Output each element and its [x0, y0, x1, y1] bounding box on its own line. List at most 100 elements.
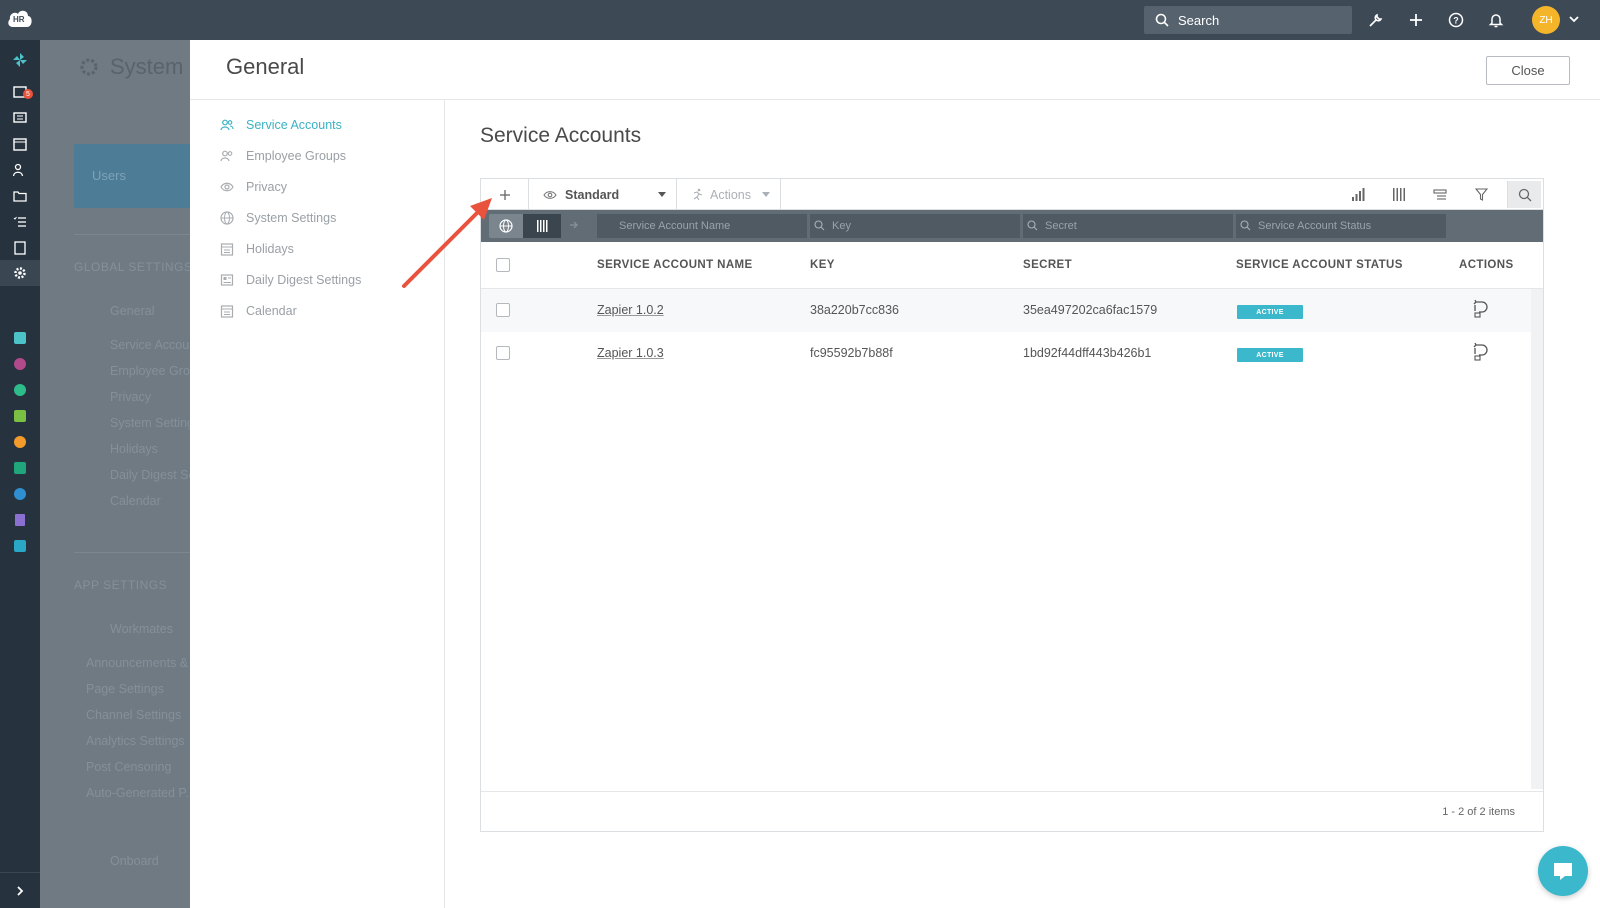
user-avatar[interactable]: ZH [1532, 6, 1560, 34]
caret-down-icon [658, 192, 666, 197]
people-icon[interactable] [12, 162, 28, 178]
grid-footer: 1 - 2 of 2 items [481, 791, 1543, 831]
view-selector[interactable]: Standard [529, 179, 677, 210]
rail-badge: 5 [23, 89, 33, 99]
view-label: Standard [565, 187, 620, 202]
calendar-icon [220, 305, 234, 318]
search-icon [1518, 188, 1531, 201]
service-account-name-link[interactable]: Zapier 1.0.3 [597, 346, 664, 360]
nav-item-service-accounts[interactable]: Service Accounts [220, 115, 342, 135]
pager-info: 1 - 2 of 2 items [1442, 806, 1515, 818]
chat-icon[interactable] [12, 110, 28, 126]
chat-launcher-button[interactable] [1538, 846, 1588, 896]
calendar-icon [220, 243, 234, 256]
gear-icon [80, 58, 98, 76]
secret-cell: 35ea497202ca6fac1579 [1023, 303, 1158, 317]
wrench-icon[interactable] [1366, 10, 1386, 30]
grid-search-button[interactable] [1507, 181, 1541, 208]
actions-dropdown[interactable]: Actions [677, 179, 781, 210]
nav-item-employee-groups[interactable]: Employee Groups [220, 146, 346, 166]
column-filter-toggle[interactable] [523, 214, 561, 238]
annotation-arrow [402, 198, 492, 288]
search-label: Search [1178, 12, 1220, 28]
modal-title: General [226, 54, 305, 79]
column-header-status[interactable]: SERVICE ACCOUNT STATUS [1236, 259, 1403, 271]
bg-item: Holidays [110, 442, 158, 456]
bg-item: Service Accounts [110, 338, 190, 352]
bg-item: Daily Digest Settings [110, 468, 190, 482]
bg-item: System Settings [110, 416, 190, 430]
bg-item: Workmates [110, 622, 173, 636]
filter-status-input[interactable] [1236, 214, 1446, 238]
gear-icon[interactable] [12, 265, 28, 281]
chevron-down-icon[interactable] [1568, 13, 1580, 25]
folder-icon[interactable] [12, 188, 28, 204]
service-account-name-link[interactable]: Zapier 1.0.2 [597, 303, 664, 317]
app-icon-3[interactable] [12, 382, 28, 398]
document-icon[interactable] [12, 240, 28, 256]
app-icon-7[interactable] [12, 486, 28, 502]
search-icon [1027, 220, 1038, 231]
app-icon-2[interactable] [12, 356, 28, 372]
plus-icon[interactable] [1406, 10, 1426, 30]
checklist-icon[interactable] [12, 214, 28, 230]
bg-section-app: APP SETTINGS [74, 578, 168, 592]
close-button[interactable]: Close [1486, 56, 1570, 85]
column-header-actions: ACTIONS [1459, 259, 1514, 271]
nav-item-privacy[interactable]: Privacy [220, 177, 287, 197]
table-row: Zapier 1.0.3 fc95592b7b88f 1bd92f44dff44… [481, 332, 1531, 375]
grid-toolbar: Standard Actions [481, 179, 1543, 210]
nav-label: Privacy [246, 180, 287, 194]
nav-item-system-settings[interactable]: System Settings [220, 208, 336, 228]
app-icon-9[interactable] [12, 538, 28, 554]
top-bar: HR Search ? ZH [0, 0, 1600, 40]
bg-item: Calendar [110, 494, 161, 508]
app-icon-4[interactable] [12, 408, 28, 424]
actions-label: Actions [710, 187, 751, 202]
row-checkbox[interactable] [496, 303, 510, 317]
pinwheel-icon[interactable] [12, 52, 28, 68]
regenerate-icon[interactable] [1471, 299, 1489, 319]
app-icon-1[interactable] [12, 330, 28, 346]
filter-secret-input[interactable] [1023, 214, 1233, 238]
columns-button[interactable] [1380, 179, 1418, 210]
bg-item: Channel Settings [86, 708, 182, 722]
column-header-key[interactable]: KEY [810, 259, 835, 271]
grid-scrollbar[interactable] [1531, 289, 1543, 789]
nav-label: Daily Digest Settings [246, 273, 362, 287]
bell-icon[interactable] [1486, 10, 1506, 30]
bg-item: Post Censoring [86, 760, 172, 774]
filter-icon [1474, 188, 1488, 201]
filter-button[interactable] [1462, 179, 1500, 210]
app-logo[interactable]: HR [6, 6, 34, 32]
columns-icon [537, 220, 548, 232]
nav-label: Calendar [246, 304, 297, 318]
divider [74, 552, 190, 553]
arrow-right-icon [570, 221, 578, 229]
filter-name-input[interactable] [597, 214, 807, 238]
chart-view-button[interactable] [1339, 179, 1377, 210]
nav-item-daily-digest[interactable]: Daily Digest Settings [220, 270, 361, 290]
filter-key-input[interactable] [810, 214, 1020, 238]
globe-icon [499, 219, 513, 233]
columns-icon [1393, 188, 1405, 201]
nav-item-calendar[interactable]: Calendar [220, 301, 297, 321]
column-header-secret[interactable]: SECRET [1023, 259, 1072, 271]
plus-icon [499, 189, 510, 200]
group-button[interactable] [1421, 179, 1459, 210]
calendar-icon[interactable] [12, 136, 28, 152]
caret-down-icon [762, 192, 770, 197]
nav-item-holidays[interactable]: Holidays [220, 239, 294, 259]
global-search[interactable]: Search [1144, 6, 1352, 34]
help-icon[interactable]: ? [1446, 10, 1466, 30]
app-icon-8[interactable] [12, 512, 28, 528]
app-icon-5[interactable] [12, 434, 28, 450]
expand-rail-button[interactable] [0, 872, 40, 908]
regenerate-icon[interactable] [1471, 342, 1489, 362]
bg-item: Auto-Generated P... [86, 786, 190, 800]
users-icon [220, 119, 234, 131]
app-icon-6[interactable] [12, 460, 28, 476]
eye-icon [543, 190, 557, 199]
column-header-name[interactable]: SERVICE ACCOUNT NAME [597, 259, 753, 271]
row-checkbox[interactable] [496, 346, 510, 360]
